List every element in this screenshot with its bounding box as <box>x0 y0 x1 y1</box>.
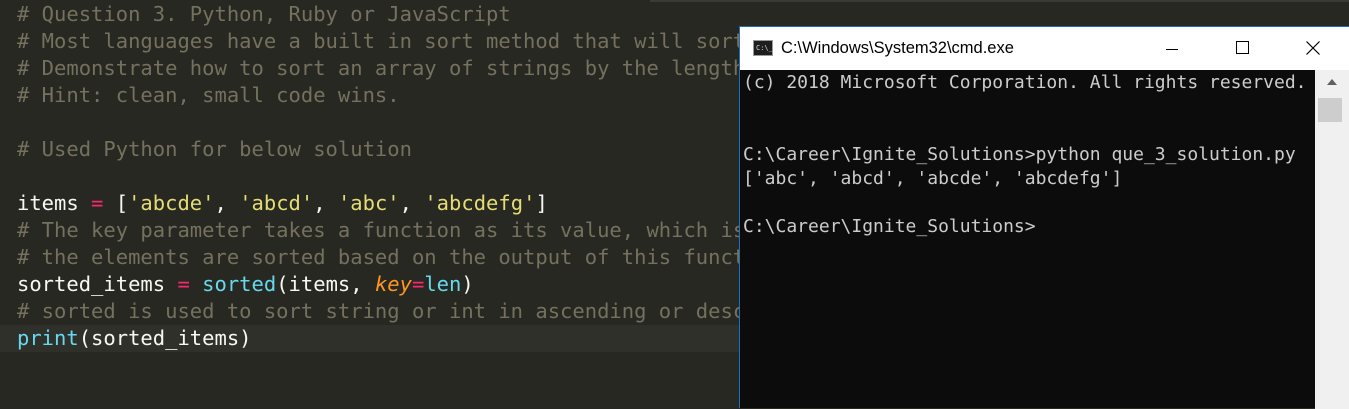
code-line: # The key parameter takes a function as … <box>17 217 745 244</box>
code-token: sorted_items <box>17 272 166 296</box>
scroll-thumb[interactable] <box>1318 98 1342 122</box>
maximize-button[interactable] <box>1206 27 1276 70</box>
cmd-title: C:\Windows\System32\cmd.exe <box>781 39 1014 57</box>
console-line: ['abc', 'abcd', 'abcde', 'abcdefg'] <box>743 168 1123 189</box>
maximize-icon <box>1236 41 1249 54</box>
code-token: [ <box>115 191 129 215</box>
code-token: ] <box>535 191 548 215</box>
code-token: (items, <box>276 272 375 296</box>
close-button[interactable] <box>1276 27 1349 70</box>
console-line: C:\Career\Ignite_Solutions> <box>743 216 1036 237</box>
code-token: # the elements are sorted based on the o… <box>17 245 746 269</box>
code-token: # Used Python for below solution <box>17 137 412 161</box>
code-token: , <box>399 191 425 215</box>
console-output[interactable]: (c) 2018 Microsoft Corporation. All righ… <box>740 70 1315 408</box>
code-line: items = ['abcde', 'abcd', 'abc', 'abcdef… <box>17 190 548 217</box>
code-token: print <box>17 326 79 350</box>
code-token: , <box>313 191 338 215</box>
code-token: (sorted_items) <box>78 326 252 350</box>
code-line: print(sorted_items) <box>0 325 741 352</box>
code-line: # Used Python for below solution <box>17 136 412 163</box>
code-token: len <box>424 272 462 296</box>
console-line: (c) 2018 Microsoft Corporation. All righ… <box>743 72 1307 93</box>
editor-tab-strip <box>650 0 1349 2</box>
minimize-icon <box>1166 49 1178 50</box>
code-token: # The key parameter takes a function as … <box>17 218 746 242</box>
code-token: , <box>214 191 240 215</box>
code-token: = <box>165 272 203 296</box>
code-token: 'abcde' <box>128 191 215 215</box>
code-token: # Question 3. Python, Ruby or JavaScript <box>17 2 511 26</box>
chevron-up-icon <box>1327 79 1337 85</box>
minimize-button[interactable] <box>1136 27 1206 70</box>
code-line: sorted_items = sorted(items, key=len) <box>17 271 474 298</box>
code-token: = <box>411 272 425 296</box>
code-line: # Hint: clean, small code wins. <box>17 82 400 109</box>
code-token: # sorted is used to sort string or int i… <box>17 299 746 323</box>
close-icon <box>1306 41 1320 55</box>
code-token: key <box>374 272 412 296</box>
code-line: # Most languages have a built in sort me… <box>17 28 745 55</box>
code-token: # Hint: clean, small code wins. <box>17 83 400 107</box>
code-token: 'abcdefg' <box>424 191 536 215</box>
scroll-up-button[interactable] <box>1315 70 1349 96</box>
code-line: # sorted is used to sort string or int i… <box>17 298 745 325</box>
code-token: 'abc' <box>337 191 400 215</box>
code-line: # Question 3. Python, Ruby or JavaScript <box>17 1 511 28</box>
cmd-titlebar[interactable]: C:\_ C:\Windows\System32\cmd.exe <box>740 27 1349 70</box>
code-line: # the elements are sorted based on the o… <box>17 244 745 271</box>
console-line: C:\Career\Ignite_Solutions>python que_3_… <box>743 144 1296 165</box>
code-token: = <box>78 191 116 215</box>
code-token: ) <box>461 272 474 296</box>
code-token: items <box>17 191 79 215</box>
code-token: # Demonstrate how to sort an array of st… <box>17 56 746 80</box>
cmd-icon: C:\_ <box>753 40 773 56</box>
code-token: 'abcd' <box>239 191 314 215</box>
console-scrollbar[interactable] <box>1315 70 1349 409</box>
code-line: # Demonstrate how to sort an array of st… <box>17 55 745 82</box>
code-token: sorted <box>202 272 277 296</box>
code-token: # Most languages have a built in sort me… <box>17 29 746 53</box>
cmd-window[interactable]: C:\_ C:\Windows\System32\cmd.exe (c) 201… <box>739 26 1349 409</box>
